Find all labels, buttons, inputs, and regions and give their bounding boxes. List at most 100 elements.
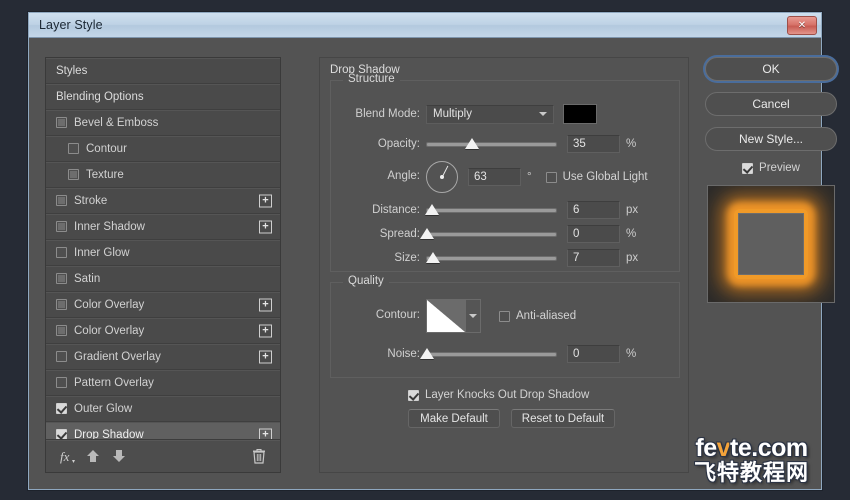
style-enable-checkbox[interactable] <box>56 325 67 336</box>
contour-dropdown-button[interactable] <box>466 299 481 333</box>
style-list-item-label: Contour <box>86 142 127 155</box>
blend-mode-label: Blend Mode: <box>355 108 420 120</box>
style-list-item-label: Outer Glow <box>74 402 133 415</box>
window-title: Layer Style <box>39 18 103 32</box>
style-list-item[interactable]: Contour <box>46 136 280 162</box>
size-slider[interactable] <box>426 251 557 263</box>
styles-toolbar: fx <box>46 439 280 472</box>
dialog-body: Styles Blending Options Bevel & Emboss Cont… <box>29 38 837 492</box>
reset-to-default-button[interactable]: Reset to Default <box>511 409 615 428</box>
layer-knocks-out-checkbox[interactable] <box>408 389 419 401</box>
use-global-light-checkbox[interactable] <box>545 171 557 183</box>
opacity-label: Opacity: <box>377 138 420 150</box>
watermark-line-1: fevte.com <box>695 434 808 462</box>
svg-text:fx: fx <box>60 449 70 464</box>
spread-slider[interactable] <box>420 227 557 239</box>
opacity-slider-thumb[interactable] <box>465 137 480 149</box>
style-list-item-label: Drop Shadow <box>74 428 144 440</box>
preview-label: Preview <box>759 162 800 174</box>
style-enable-checkbox[interactable] <box>56 117 67 128</box>
angle-input[interactable]: 63 <box>468 168 521 186</box>
arrow-down-icon[interactable] <box>106 445 132 467</box>
noise-input[interactable]: 0 <box>567 345 620 363</box>
fx-icon[interactable]: fx <box>54 445 80 467</box>
contour-preset-swatch[interactable] <box>426 299 466 333</box>
preview-thumbnail <box>707 185 835 303</box>
style-enable-checkbox[interactable] <box>68 143 79 154</box>
add-effect-icon[interactable]: + <box>259 428 272 439</box>
new-style-button[interactable]: New Style... <box>705 127 837 151</box>
style-enable-checkbox[interactable] <box>56 403 67 414</box>
style-enable-checkbox[interactable] <box>68 169 79 180</box>
blend-mode-value: Multiply <box>433 108 472 120</box>
style-list-item[interactable]: Drop Shadow + <box>46 422 280 439</box>
arrow-up-icon[interactable] <box>80 445 106 467</box>
style-enable-checkbox[interactable] <box>56 195 67 206</box>
make-default-button[interactable]: Make Default <box>408 409 500 428</box>
shadow-color-swatch[interactable] <box>563 104 597 124</box>
spread-label: Spread: <box>379 228 420 240</box>
close-button[interactable]: ✕ <box>787 16 817 35</box>
title-bar: Layer Style ✕ <box>29 13 821 38</box>
style-list-item[interactable]: Blending Options <box>46 84 280 110</box>
style-list-item[interactable]: Outer Glow <box>46 396 280 422</box>
noise-slider[interactable] <box>420 347 557 359</box>
angle-dial[interactable] <box>426 161 458 193</box>
spread-unit: % <box>626 228 637 240</box>
angle-unit: ° <box>527 171 532 183</box>
size-input[interactable]: 7 <box>567 249 620 267</box>
distance-unit: px <box>626 204 639 216</box>
style-list-item[interactable]: Styles <box>46 58 280 84</box>
spread-input[interactable]: 0 <box>567 225 620 243</box>
preview-checkbox[interactable] <box>742 162 754 174</box>
quality-group-label: Quality <box>343 275 389 287</box>
trash-icon[interactable] <box>246 445 272 467</box>
size-slider-thumb[interactable] <box>426 251 441 263</box>
style-list-item-label: Inner Glow <box>74 246 130 259</box>
style-list-item-label: Bevel & Emboss <box>74 116 159 129</box>
preview-toggle-row[interactable]: Preview <box>705 162 837 174</box>
style-enable-checkbox[interactable] <box>56 247 67 258</box>
anti-aliased-checkbox[interactable] <box>499 310 510 322</box>
style-list-item[interactable]: Stroke + <box>46 188 280 214</box>
distance-input[interactable]: 6 <box>567 201 620 219</box>
style-enable-checkbox[interactable] <box>56 351 67 362</box>
opacity-input[interactable]: 35 <box>567 135 620 153</box>
add-effect-icon[interactable]: + <box>259 324 272 337</box>
style-enable-checkbox[interactable] <box>56 221 67 232</box>
noise-unit: % <box>626 348 637 360</box>
angle-label: Angle: <box>387 170 420 182</box>
close-icon: ✕ <box>797 19 807 31</box>
noise-slider-thumb[interactable] <box>420 347 434 359</box>
style-list-item-label: Texture <box>86 168 124 181</box>
structure-group-label: Structure <box>343 73 400 85</box>
style-enable-checkbox[interactable] <box>56 273 67 284</box>
add-effect-icon[interactable]: + <box>259 194 272 207</box>
opacity-slider[interactable] <box>426 137 557 149</box>
styles-panel: Styles Blending Options Bevel & Emboss Cont… <box>45 57 281 473</box>
spread-slider-thumb[interactable] <box>420 227 434 239</box>
blend-mode-select[interactable]: Multiply <box>426 104 554 124</box>
style-list-item[interactable]: Pattern Overlay <box>46 370 280 396</box>
style-list-item[interactable]: Inner Shadow + <box>46 214 280 240</box>
watermark: fevte.com 飞特教程网 <box>694 436 809 484</box>
ok-button[interactable]: OK <box>705 57 837 81</box>
style-enable-checkbox[interactable] <box>56 299 67 310</box>
distance-slider[interactable] <box>425 203 557 215</box>
style-list-item[interactable]: Satin <box>46 266 280 292</box>
cancel-button[interactable]: Cancel <box>705 92 837 116</box>
style-enable-checkbox[interactable] <box>56 429 67 439</box>
add-effect-icon[interactable]: + <box>259 350 272 363</box>
style-list-item[interactable]: Color Overlay + <box>46 318 280 344</box>
style-list-item[interactable]: Bevel & Emboss <box>46 110 280 136</box>
distance-slider-thumb[interactable] <box>425 203 440 215</box>
style-list-item[interactable]: Texture <box>46 162 280 188</box>
add-effect-icon[interactable]: + <box>259 298 272 311</box>
style-list-item[interactable]: Inner Glow <box>46 240 280 266</box>
style-list-item-label: Stroke <box>74 194 108 207</box>
style-list-item[interactable]: Color Overlay + <box>46 292 280 318</box>
style-enable-checkbox[interactable] <box>56 377 67 388</box>
style-list-item[interactable]: Gradient Overlay + <box>46 344 280 370</box>
watermark-line-2: 飞特教程网 <box>693 460 809 485</box>
add-effect-icon[interactable]: + <box>259 220 272 233</box>
